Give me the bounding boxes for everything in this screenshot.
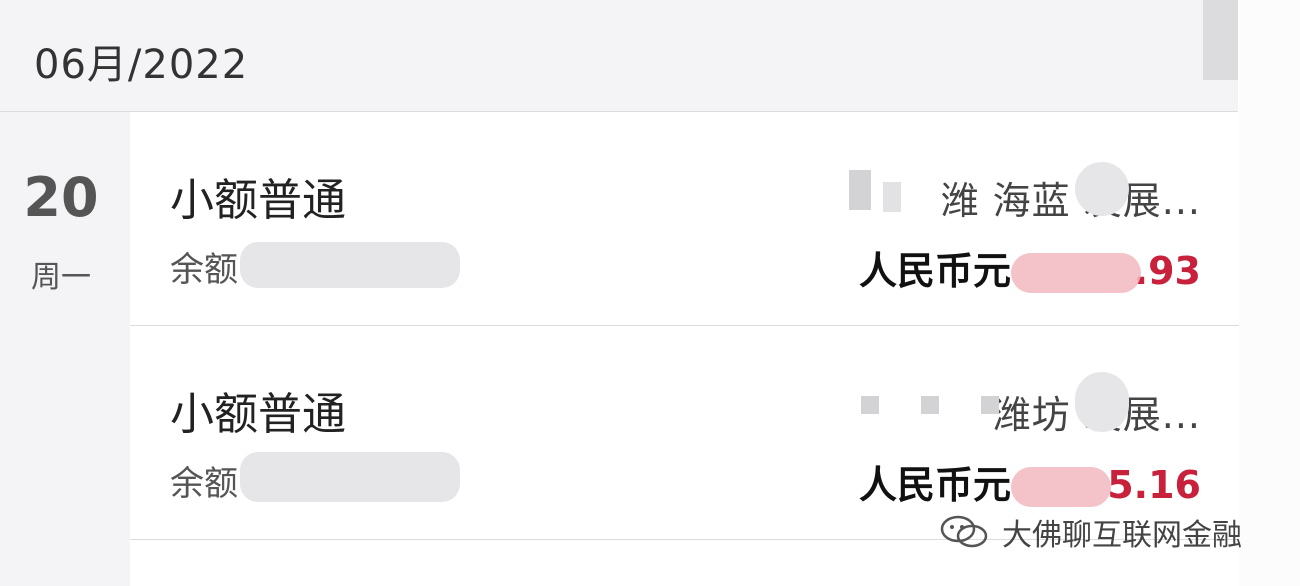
amount-suffix: .93 bbox=[1133, 249, 1201, 293]
watermark: 大佛聊互联网金融 bbox=[938, 510, 1242, 554]
redacted-counterparty bbox=[1075, 372, 1129, 432]
month-header: 06月/2022 bbox=[0, 0, 1238, 112]
month-label: 06月/2022 bbox=[34, 42, 249, 88]
redacted-counterparty bbox=[1075, 162, 1129, 216]
redacted-counterparty bbox=[861, 396, 879, 414]
counterparty-name: 潍 海蓝 发展... bbox=[940, 179, 1201, 223]
watermark-text: 大佛聊互联网金融 bbox=[1002, 518, 1242, 553]
redacted-balance bbox=[240, 452, 460, 502]
amount-value: .93 bbox=[1011, 249, 1201, 293]
scrollbar[interactable] bbox=[1203, 0, 1238, 80]
redacted-counterparty bbox=[921, 396, 939, 414]
redacted-balance bbox=[240, 242, 460, 288]
transaction-row[interactable]: 小额普通 余额 潍 海蓝 发展... 人民币元 .93 bbox=[130, 112, 1239, 326]
wechat-icon bbox=[938, 514, 992, 550]
redacted-counterparty bbox=[849, 170, 871, 210]
balance-label: 余额 bbox=[170, 250, 238, 290]
amount-line: 人民币元 5.16 bbox=[859, 454, 1201, 509]
redacted-amount bbox=[1011, 467, 1111, 507]
amount-value: 5.16 bbox=[1011, 463, 1201, 507]
balance-label: 余额 bbox=[170, 464, 238, 504]
amount-suffix: 5.16 bbox=[1107, 463, 1201, 507]
transaction-type: 小额普通 bbox=[170, 175, 346, 226]
redacted-amount bbox=[1011, 253, 1141, 293]
transaction-row[interactable]: 小额普通 余额 潍坊 发展... 人民币元 5.16 bbox=[130, 326, 1239, 540]
currency-label: 人民币元 bbox=[858, 249, 1011, 293]
right-gutter bbox=[1239, 0, 1300, 586]
redacted-counterparty bbox=[883, 182, 901, 212]
day-number: 20 bbox=[23, 166, 99, 229]
transaction-type: 小额普通 bbox=[170, 389, 346, 440]
amount-line: 人民币元 .93 bbox=[859, 240, 1201, 295]
redacted-counterparty bbox=[981, 396, 999, 414]
weekday-label: 周一 bbox=[31, 260, 91, 295]
currency-label: 人民币元 bbox=[858, 463, 1011, 507]
